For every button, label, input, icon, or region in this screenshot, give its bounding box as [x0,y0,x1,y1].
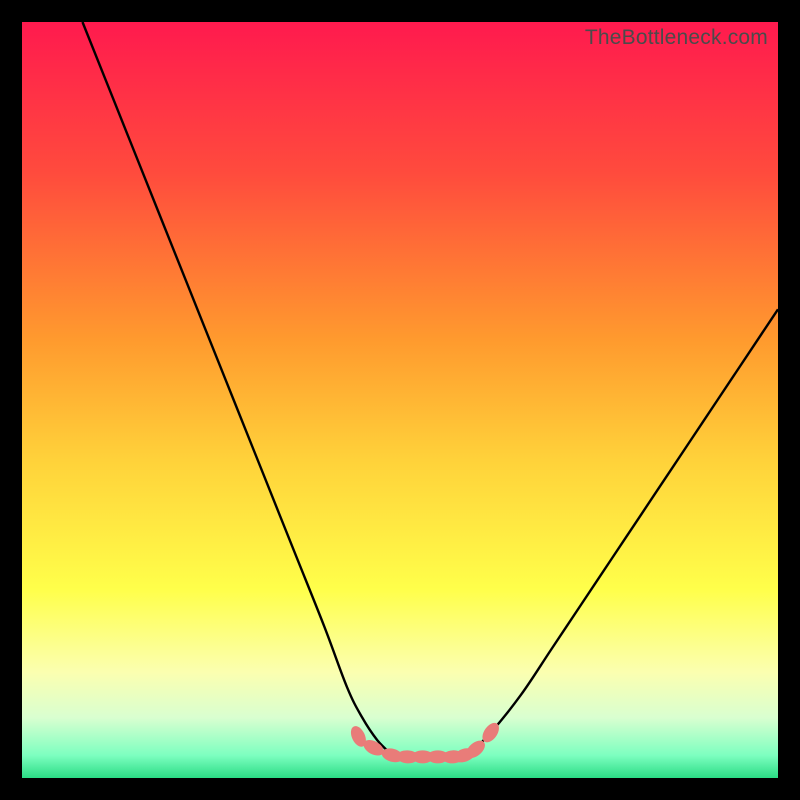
curve-path [82,22,778,759]
chart-plot-area: TheBottleneck.com [22,22,778,778]
bottleneck-curve [22,22,778,778]
chart-frame: TheBottleneck.com [0,0,800,800]
